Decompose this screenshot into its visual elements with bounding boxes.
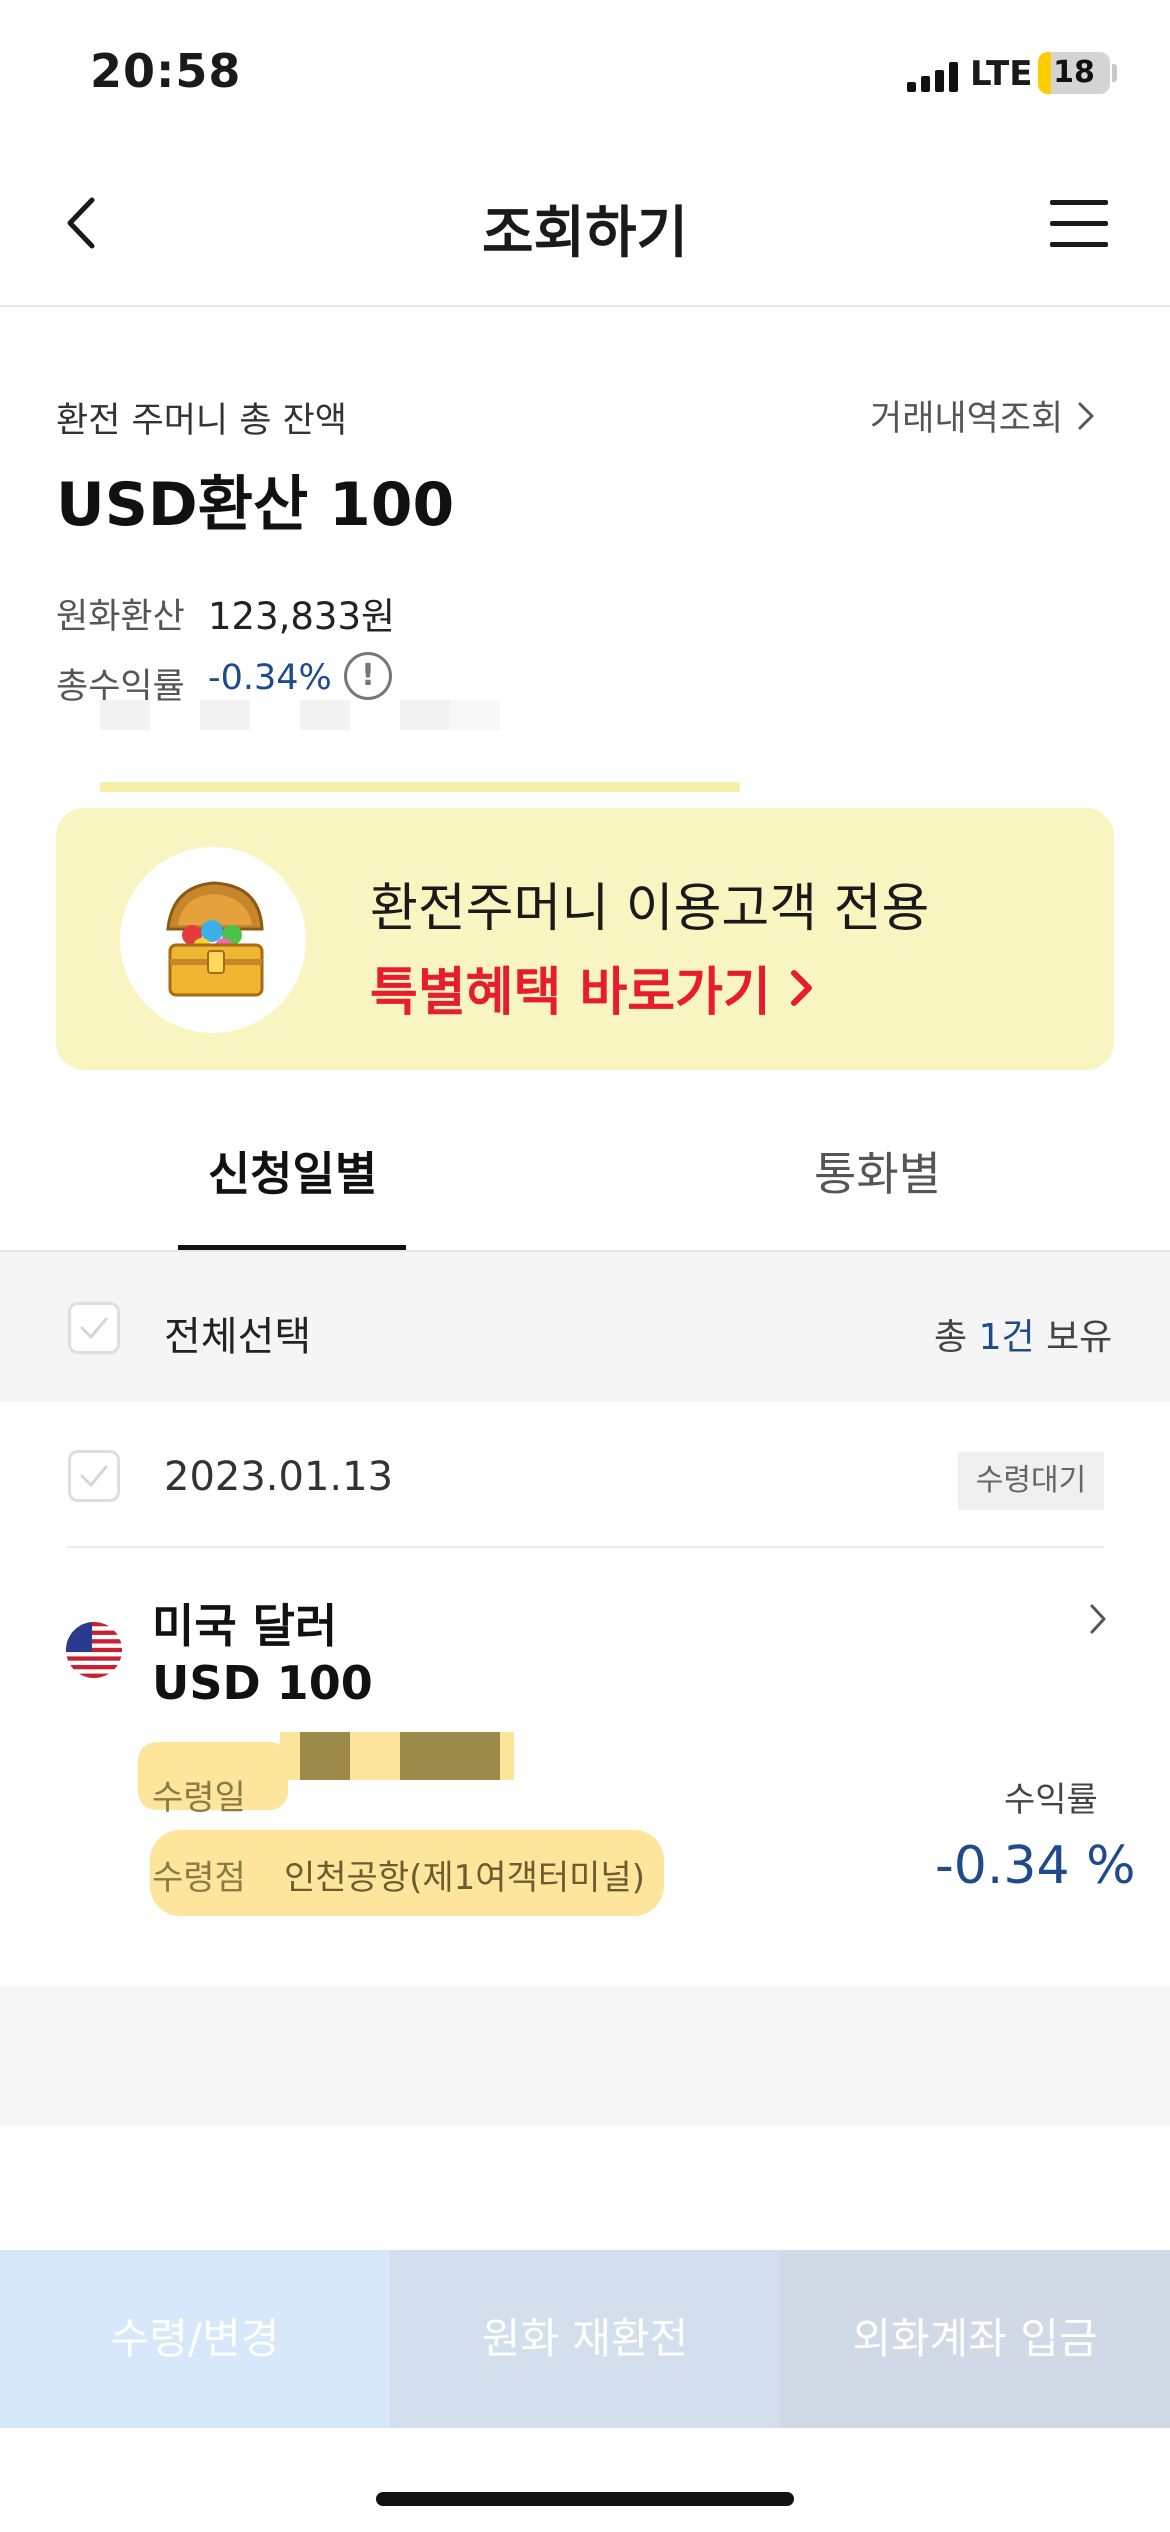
redacted-mask bbox=[400, 700, 450, 730]
receive-place-label: 수령점 bbox=[152, 1858, 246, 1898]
redacted-mask bbox=[300, 1732, 350, 1780]
transaction-history-label: 거래내역조회 bbox=[870, 399, 1064, 439]
krw-label: 원화환산 bbox=[56, 597, 185, 637]
total-rate-value: -0.34% bbox=[208, 658, 332, 698]
select-all-checkbox[interactable] bbox=[68, 1302, 120, 1354]
total-balance: USD환산 100 bbox=[56, 470, 455, 540]
chevron-right-icon bbox=[1090, 1604, 1106, 1634]
info-icon[interactable]: ! bbox=[344, 652, 392, 700]
highlight-stroke bbox=[100, 782, 740, 792]
banner-link[interactable]: 특별혜택 바로가기 bbox=[370, 950, 815, 1025]
count-prefix: 총 bbox=[934, 1317, 968, 1358]
redacted-mask bbox=[100, 700, 150, 730]
tab-by-currency[interactable]: 통화별 bbox=[585, 1138, 1170, 1204]
hamburger-menu-icon[interactable] bbox=[1050, 200, 1108, 248]
row-divider bbox=[66, 1546, 1104, 1548]
transaction-history-link[interactable]: 거래내역조회 bbox=[870, 390, 1095, 441]
section-spacer bbox=[0, 1986, 1170, 2126]
holding-count: 총 1건 보유 bbox=[934, 1308, 1112, 1360]
battery-nub bbox=[1112, 64, 1117, 82]
krw-reexchange-button[interactable]: 원화 재환전 bbox=[390, 2250, 780, 2428]
battery-icon: 18 bbox=[1038, 52, 1110, 94]
select-all-label: 전체선택 bbox=[164, 1314, 312, 1360]
status-time: 20:58 bbox=[90, 44, 242, 98]
tab-active-indicator bbox=[178, 1245, 406, 1250]
status-badge: 수령대기 bbox=[958, 1452, 1104, 1510]
header-divider bbox=[0, 305, 1170, 307]
redacted-mask bbox=[450, 700, 500, 730]
battery-level: 18 bbox=[1053, 55, 1095, 90]
item-rate-value: -0.34 % bbox=[935, 1836, 1136, 1896]
signal-strength-icon bbox=[907, 62, 959, 92]
receive-date-label: 수령일 bbox=[152, 1778, 246, 1818]
currency-name: 미국 달러 bbox=[152, 1599, 338, 1653]
treasure-chest-icon bbox=[120, 847, 306, 1033]
item-rate-label: 수익률 bbox=[1004, 1780, 1098, 1820]
count-suffix: 보유 bbox=[1046, 1317, 1113, 1358]
item-checkbox[interactable] bbox=[68, 1450, 120, 1502]
balance-label: 환전 주머니 총 잔액 bbox=[56, 401, 347, 441]
page-title: 조회하기 bbox=[481, 201, 689, 266]
banner-link-label: 특별혜택 바로가기 bbox=[370, 963, 771, 1023]
us-flag-icon bbox=[66, 1622, 122, 1678]
redacted-mask bbox=[200, 700, 250, 730]
item-detail-button[interactable] bbox=[1088, 1602, 1108, 1640]
receive-change-button[interactable]: 수령/변경 bbox=[0, 2250, 390, 2428]
currency-amount: USD 100 bbox=[152, 1656, 373, 1710]
receive-place-value: 인천공항(제1여객터미널) bbox=[284, 1858, 645, 1898]
krw-value: 123,833원 bbox=[208, 595, 396, 638]
chevron-right-icon bbox=[790, 969, 812, 1006]
check-icon bbox=[80, 1465, 108, 1487]
check-icon bbox=[80, 1317, 108, 1339]
application-date: 2023.01.13 bbox=[164, 1454, 394, 1500]
tab-by-date[interactable]: 신청일별 bbox=[0, 1138, 585, 1204]
chevron-right-icon bbox=[1078, 402, 1094, 429]
count-number: 1건 bbox=[978, 1317, 1035, 1358]
network-type: LTE bbox=[970, 54, 1033, 94]
banner-title: 환전주머니 이용고객 전용 bbox=[370, 879, 930, 939]
home-indicator[interactable] bbox=[376, 2492, 794, 2506]
foreign-account-deposit-button[interactable]: 외화계좌 입금 bbox=[780, 2250, 1170, 2428]
redacted-mask bbox=[300, 700, 350, 730]
redacted-mask bbox=[400, 1732, 500, 1780]
